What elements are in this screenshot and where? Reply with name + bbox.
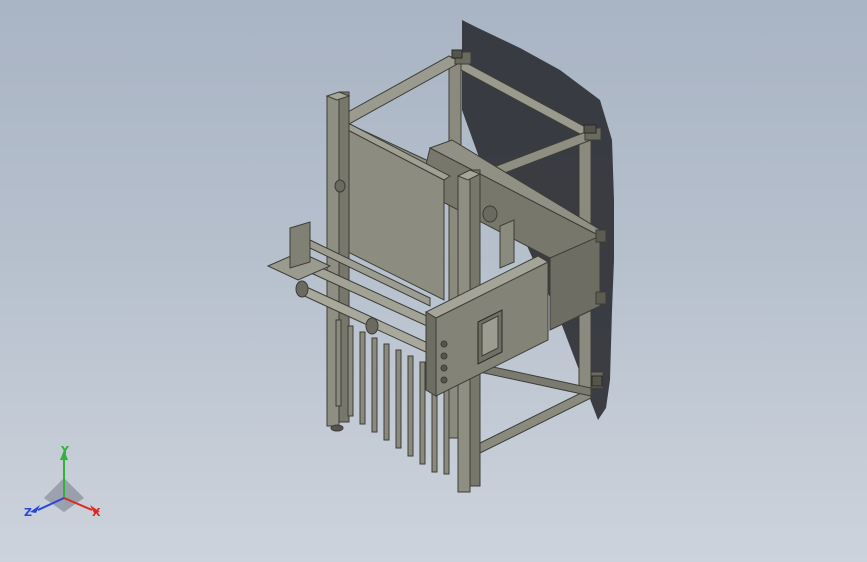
orientation-triad[interactable]: Y X Z	[22, 446, 106, 526]
y-axis-label: Y	[60, 446, 70, 457]
x-axis-label: X	[92, 506, 101, 519]
cad-model-view[interactable]	[0, 0, 867, 562]
z-axis-label: Z	[24, 506, 32, 519]
graphics-viewport[interactable]: Y X Z	[0, 0, 867, 562]
